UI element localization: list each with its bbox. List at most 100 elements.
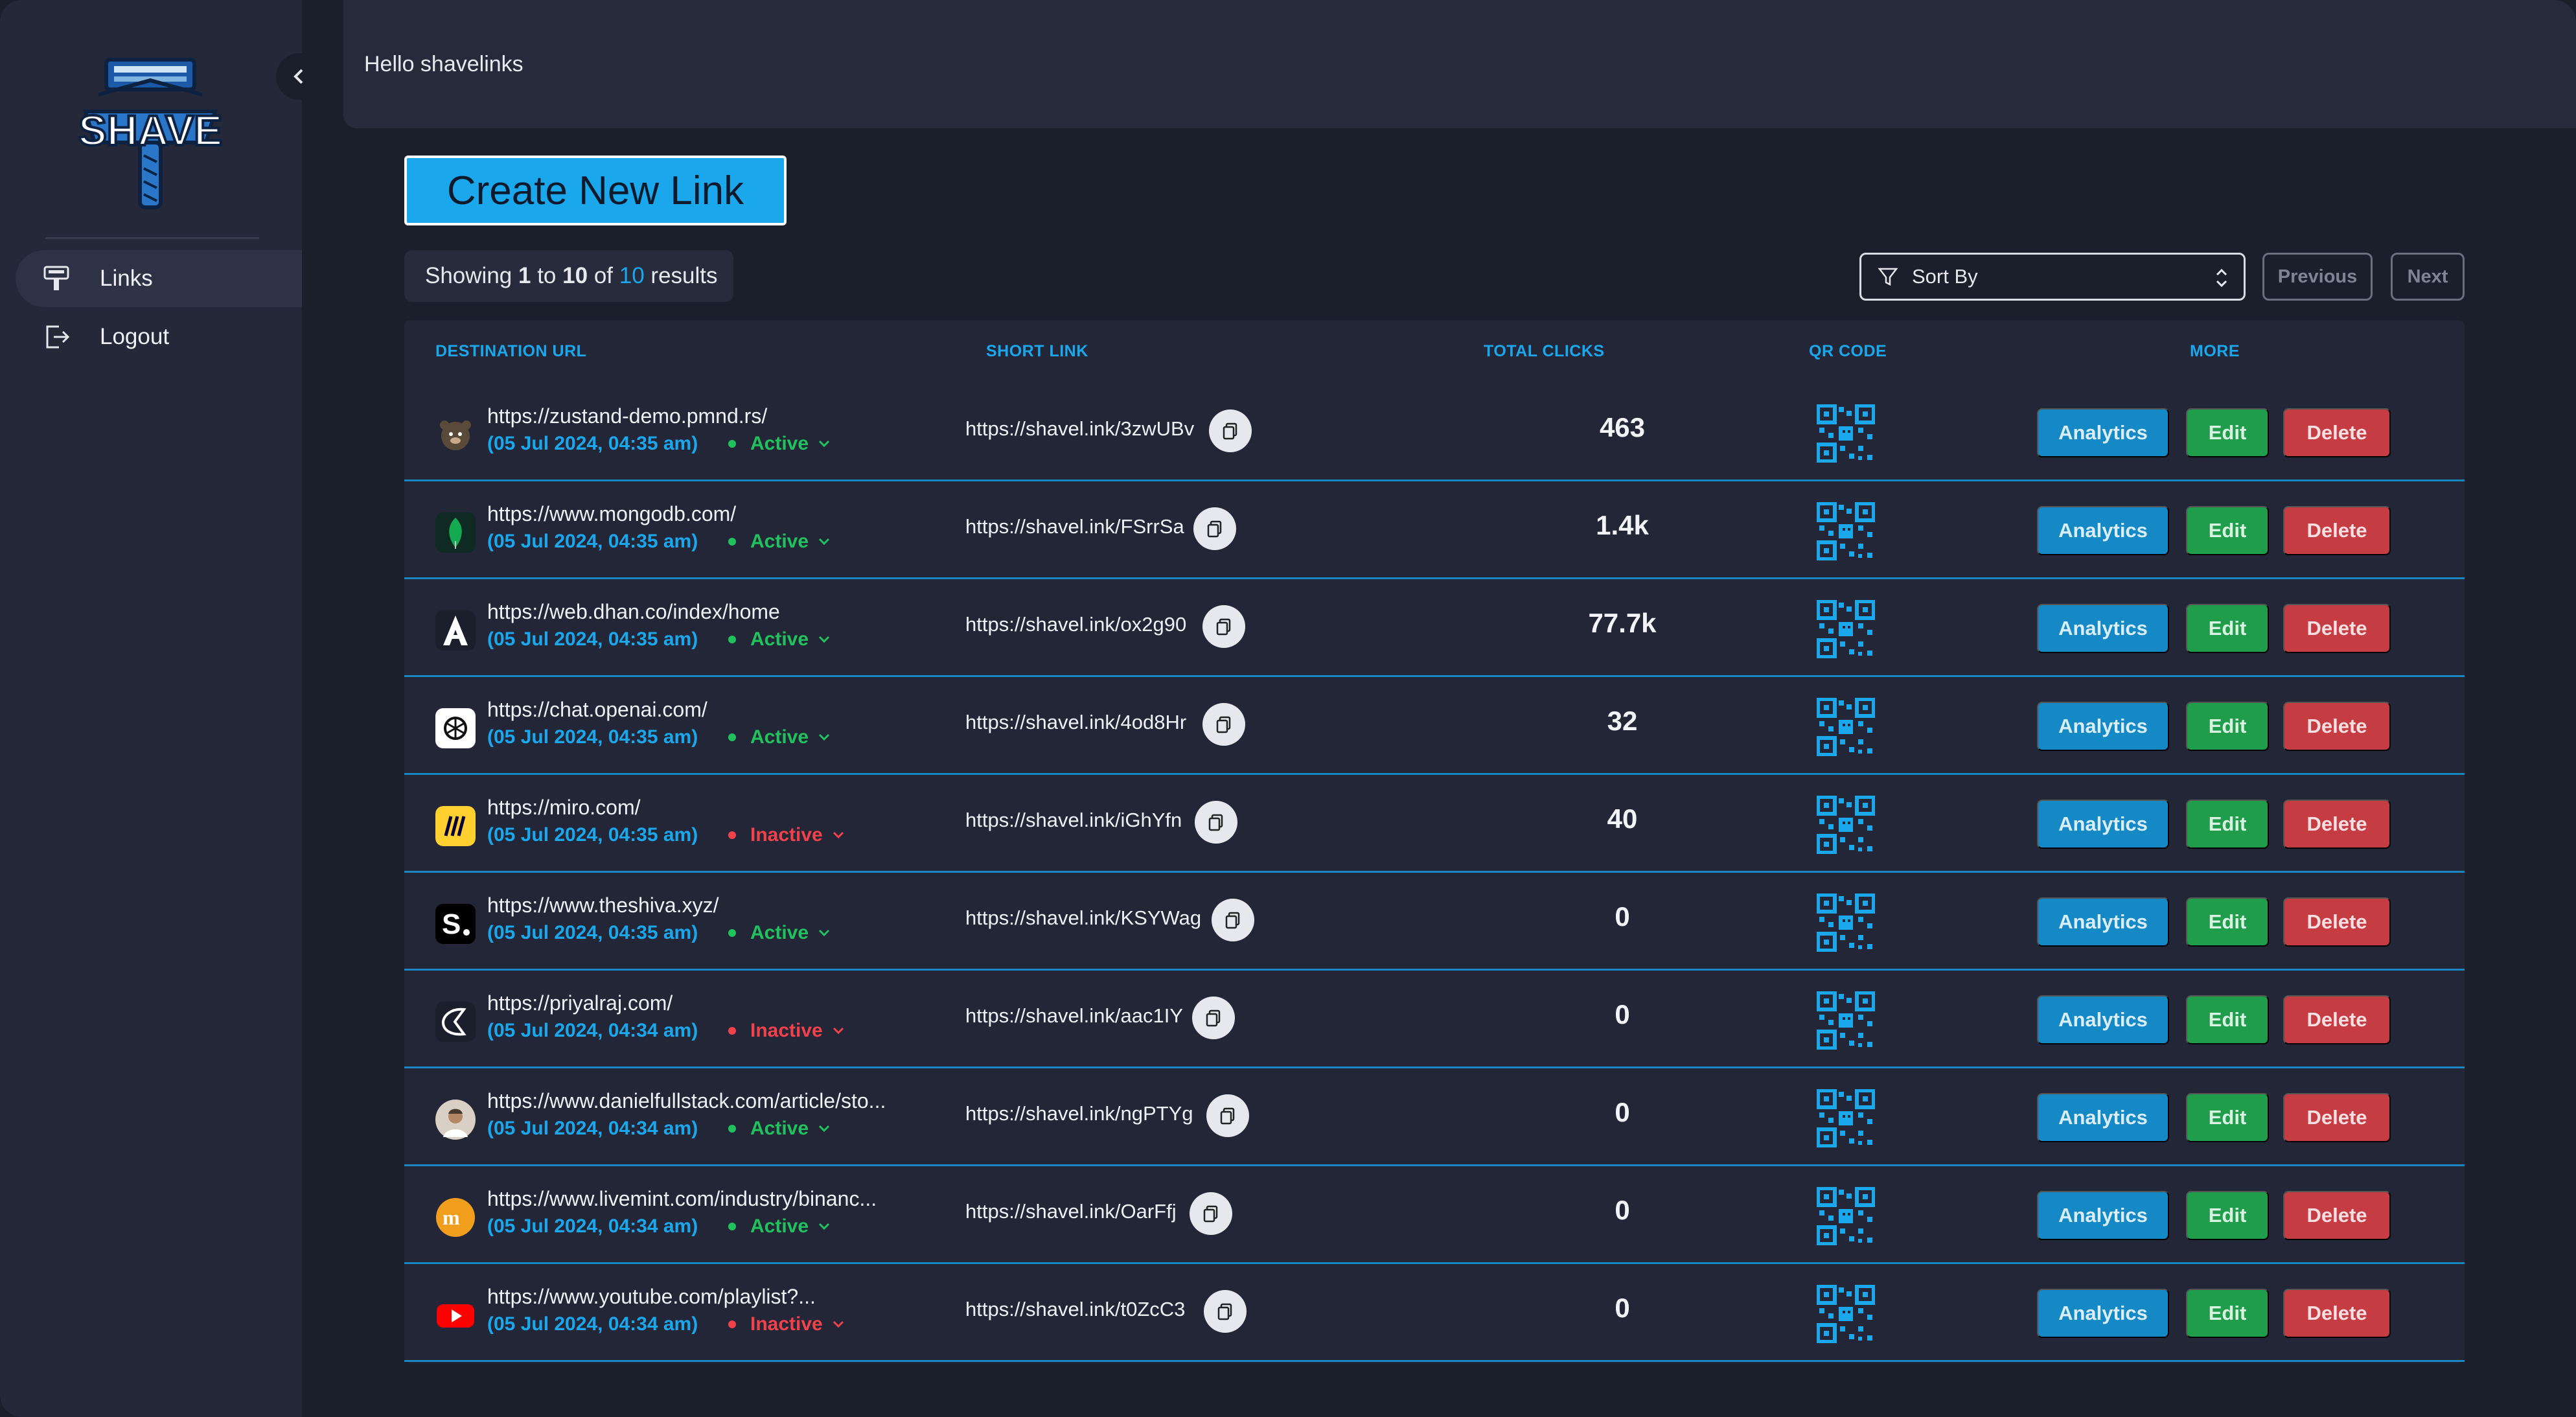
copy-button[interactable]: [1206, 1094, 1249, 1137]
copy-button[interactable]: [1209, 409, 1252, 452]
sidebar: SHAVE Links Logout: [0, 0, 302, 1417]
edit-button[interactable]: Edit: [2186, 897, 2269, 947]
delete-button[interactable]: Delete: [2283, 995, 2391, 1044]
collapse-sidebar-button[interactable]: [276, 53, 323, 100]
delete-button[interactable]: Delete: [2283, 506, 2391, 555]
edit-button[interactable]: Edit: [2186, 995, 2269, 1044]
delete-button[interactable]: Delete: [2283, 1289, 2391, 1338]
status-label: Inactive: [750, 1020, 823, 1041]
previous-page-button[interactable]: Previous: [2262, 253, 2373, 301]
total-clicks: 77.7k: [1588, 608, 1657, 638]
copy-button[interactable]: [1193, 507, 1236, 550]
status-dropdown[interactable]: Active: [728, 1118, 831, 1140]
analytics-button[interactable]: Analytics: [2037, 897, 2169, 947]
copy-button[interactable]: [1195, 801, 1237, 844]
qr-code-icon[interactable]: [1816, 599, 1876, 659]
delete-button[interactable]: Delete: [2283, 408, 2391, 457]
edit-button[interactable]: Edit: [2186, 1191, 2269, 1240]
qr-code-icon[interactable]: [1816, 697, 1876, 757]
status-dropdown[interactable]: Active: [728, 531, 831, 553]
short-link[interactable]: https://shavel.ink/ox2g90: [965, 613, 1186, 636]
destination-url[interactable]: https://chat.openai.com/: [487, 698, 707, 722]
next-page-button[interactable]: Next: [2391, 253, 2465, 301]
chevron-down-icon: [818, 928, 831, 938]
analytics-button[interactable]: Analytics: [2037, 604, 2169, 653]
status-dropdown[interactable]: Active: [728, 726, 831, 748]
analytics-button[interactable]: Analytics: [2037, 1289, 2169, 1338]
qr-code-icon[interactable]: [1816, 404, 1876, 463]
short-link[interactable]: https://shavel.ink/ngPTYg: [965, 1102, 1193, 1125]
edit-button[interactable]: Edit: [2186, 604, 2269, 653]
bear-favicon: [435, 415, 476, 455]
copy-button[interactable]: [1202, 605, 1245, 648]
copy-icon: [1205, 519, 1225, 538]
qr-code-icon[interactable]: [1816, 1186, 1876, 1246]
copy-button[interactable]: [1202, 703, 1245, 746]
edit-button[interactable]: Edit: [2186, 408, 2269, 457]
qr-code-icon[interactable]: [1816, 991, 1876, 1050]
edit-button[interactable]: Edit: [2186, 1289, 2269, 1338]
status-dropdown[interactable]: Inactive: [728, 824, 845, 846]
analytics-button[interactable]: Analytics: [2037, 506, 2169, 555]
create-new-link-button[interactable]: Create New Link: [404, 156, 787, 225]
analytics-button[interactable]: Analytics: [2037, 408, 2169, 457]
delete-button[interactable]: Delete: [2283, 702, 2391, 751]
delete-button[interactable]: Delete: [2283, 604, 2391, 653]
sidebar-item-logout[interactable]: Logout: [16, 308, 302, 365]
destination-url[interactable]: https://www.youtube.com/playlist?...: [487, 1285, 816, 1309]
short-link[interactable]: https://shavel.ink/3zwUBv: [965, 417, 1194, 441]
status-dropdown[interactable]: Inactive: [728, 1313, 845, 1335]
status-dropdown[interactable]: Active: [728, 1215, 831, 1238]
analytics-button[interactable]: Analytics: [2037, 995, 2169, 1044]
status-dropdown[interactable]: Inactive: [728, 1020, 845, 1042]
delete-button[interactable]: Delete: [2283, 897, 2391, 947]
destination-url[interactable]: https://miro.com/: [487, 796, 641, 820]
status-dropdown[interactable]: Active: [728, 922, 831, 944]
sort-by-select[interactable]: Sort By: [1859, 253, 2246, 301]
delete-button[interactable]: Delete: [2283, 1093, 2391, 1142]
analytics-button[interactable]: Analytics: [2037, 1093, 2169, 1142]
analytics-button[interactable]: Analytics: [2037, 1191, 2169, 1240]
delete-button[interactable]: Delete: [2283, 1191, 2391, 1240]
copy-button[interactable]: [1190, 1192, 1232, 1235]
destination-url[interactable]: https://www.theshiva.xyz/: [487, 893, 719, 917]
short-link[interactable]: https://shavel.ink/KSYWag: [965, 906, 1201, 930]
qr-code-icon[interactable]: [1816, 795, 1876, 855]
destination-url[interactable]: https://zustand-demo.pmnd.rs/: [487, 404, 767, 428]
qr-code-icon[interactable]: [1816, 501, 1876, 561]
copy-button[interactable]: [1212, 899, 1254, 941]
destination-url[interactable]: https://www.mongodb.com/: [487, 502, 736, 526]
edit-button[interactable]: Edit: [2186, 702, 2269, 751]
copy-button[interactable]: [1204, 1290, 1247, 1333]
status-dropdown[interactable]: Active: [728, 433, 831, 455]
copy-button[interactable]: [1192, 997, 1235, 1039]
total-clicks: 463: [1599, 412, 1646, 443]
qr-code-icon[interactable]: [1816, 893, 1876, 952]
created-date: (05 Jul 2024, 04:35 am): [487, 531, 698, 552]
sidebar-item-links[interactable]: Links: [16, 250, 302, 307]
shave-logo[interactable]: SHAVE: [73, 52, 228, 220]
destination-url[interactable]: https://www.danielfullstack.com/article/…: [487, 1089, 886, 1113]
qr-code-icon[interactable]: [1816, 1284, 1876, 1344]
qr-code-icon[interactable]: [1816, 1089, 1876, 1148]
delete-button[interactable]: Delete: [2283, 800, 2391, 849]
destination-url[interactable]: https://priyalraj.com/: [487, 991, 673, 1015]
short-link[interactable]: https://shavel.ink/4od8Hr: [965, 711, 1186, 734]
short-link[interactable]: https://shavel.ink/t0ZcC3: [965, 1298, 1185, 1321]
short-link[interactable]: https://shavel.ink/iGhYfn: [965, 809, 1182, 832]
edit-button[interactable]: Edit: [2186, 1093, 2269, 1142]
analytics-button[interactable]: Analytics: [2037, 800, 2169, 849]
edit-button[interactable]: Edit: [2186, 800, 2269, 849]
header-total-clicks: TOTAL CLICKS: [1484, 342, 1605, 360]
chevron-down-icon: [832, 1026, 845, 1035]
status-dropdown[interactable]: Active: [728, 628, 831, 651]
edit-button[interactable]: Edit: [2186, 506, 2269, 555]
short-link[interactable]: https://shavel.ink/OarFfj: [965, 1200, 1177, 1223]
destination-url[interactable]: https://www.livemint.com/industry/binanc…: [487, 1187, 877, 1211]
svg-text:SHAVE: SHAVE: [78, 106, 223, 154]
destination-url[interactable]: https://web.dhan.co/index/home: [487, 600, 780, 624]
analytics-button[interactable]: Analytics: [2037, 702, 2169, 751]
status-label: Active: [750, 628, 809, 650]
short-link[interactable]: https://shavel.ink/aac1IY: [965, 1004, 1183, 1028]
short-link[interactable]: https://shavel.ink/FSrrSa: [965, 515, 1184, 538]
